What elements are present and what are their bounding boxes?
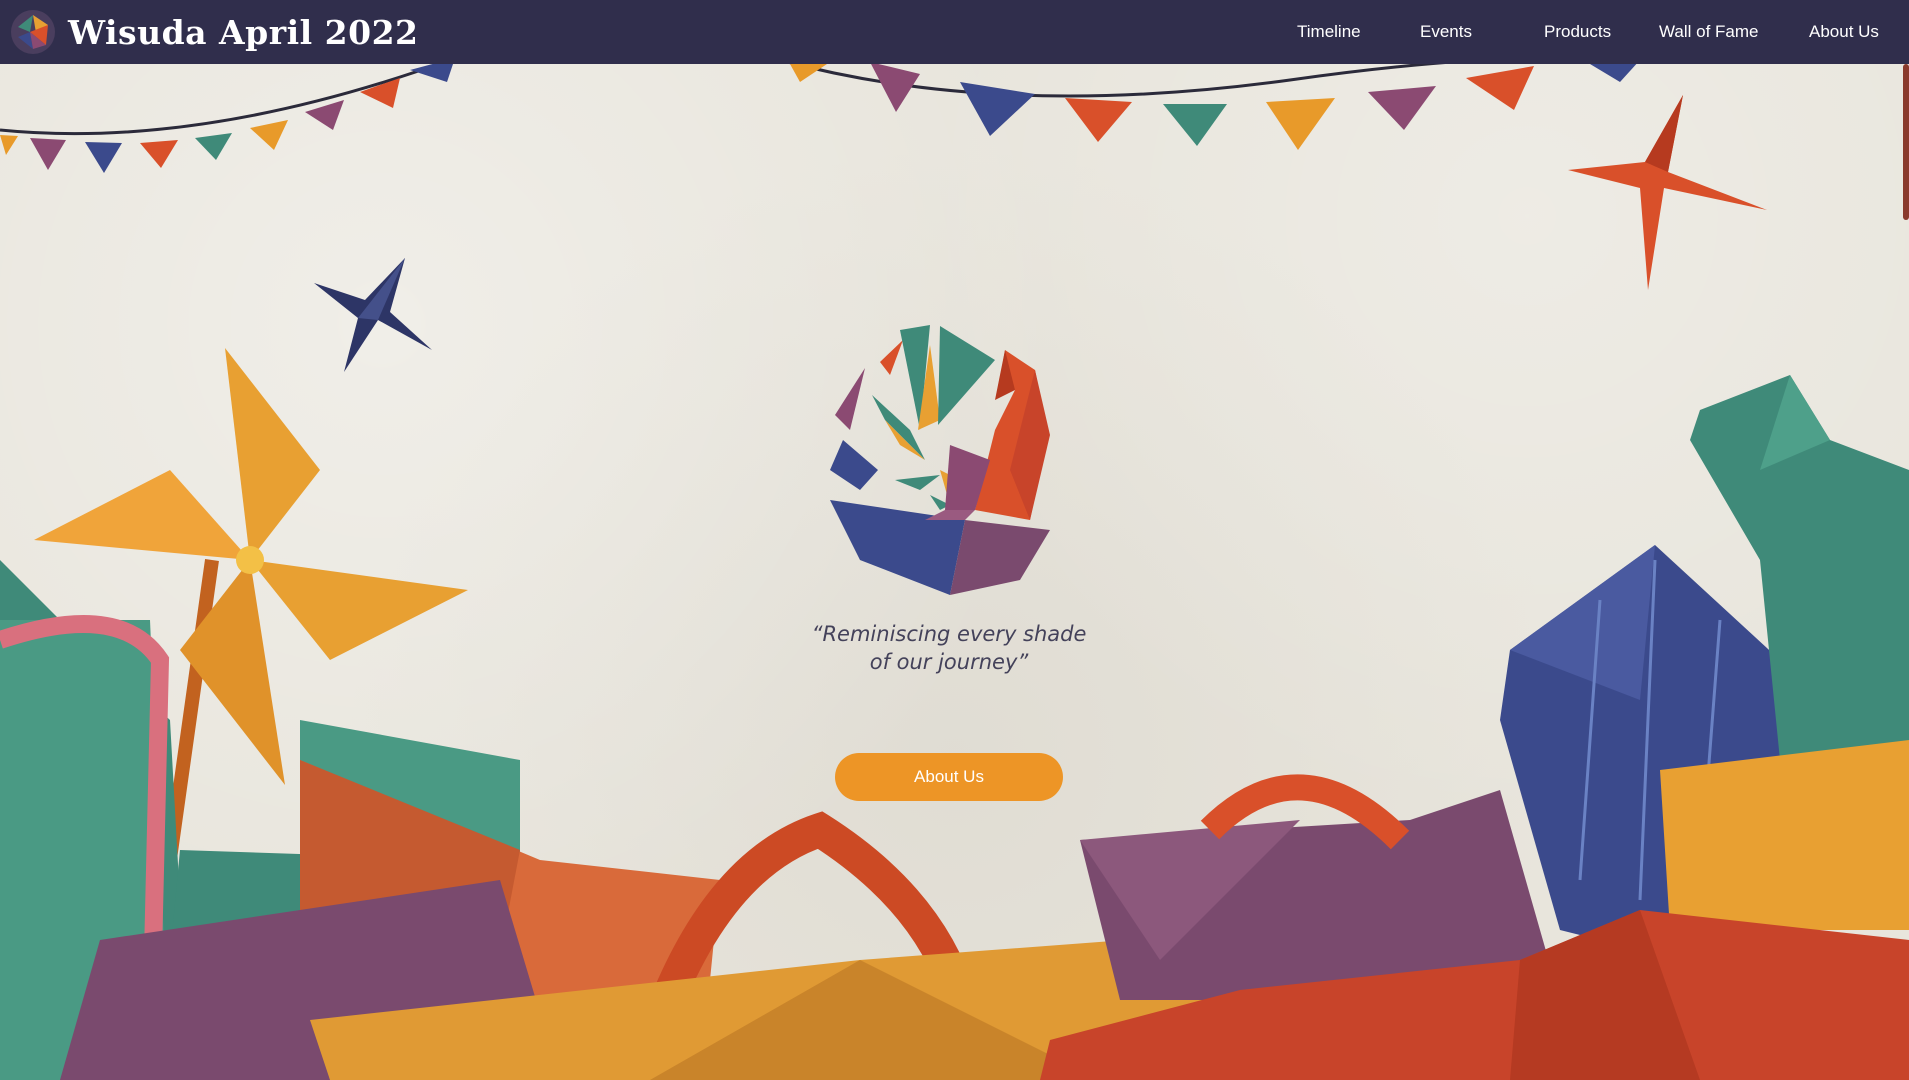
- nav-item-about-us[interactable]: About Us: [1809, 22, 1879, 42]
- nav-item-timeline[interactable]: Timeline: [1297, 22, 1361, 42]
- scrollbar-thumb[interactable]: [1903, 64, 1909, 220]
- origami-bird-logo-icon: [830, 325, 1050, 595]
- brand-logo-icon: [11, 10, 55, 54]
- site-title: Wisuda April 2022: [68, 12, 419, 52]
- nav-item-events[interactable]: Events: [1420, 22, 1472, 42]
- about-us-button[interactable]: About Us: [835, 753, 1063, 801]
- nav-item-products[interactable]: Products: [1544, 22, 1611, 42]
- tagline-line-2: of our journey”: [869, 650, 1029, 674]
- bunting-right: [779, 56, 1641, 150]
- tagline-line-1: “Reminiscing every shade: [811, 622, 1087, 646]
- brand[interactable]: Wisuda April 2022: [8, 8, 419, 56]
- orange-box-right: [1660, 740, 1909, 930]
- orange-star-icon: [1568, 95, 1767, 290]
- top-navbar: Wisuda April 2022 Timeline Events Produc…: [0, 0, 1909, 64]
- bunting-left: [0, 58, 455, 173]
- navy-star-icon: [314, 258, 432, 372]
- nav-item-wall-of-fame[interactable]: Wall of Fame: [1659, 22, 1759, 42]
- hero-tagline: “Reminiscing every shade of our journey”: [749, 620, 1149, 676]
